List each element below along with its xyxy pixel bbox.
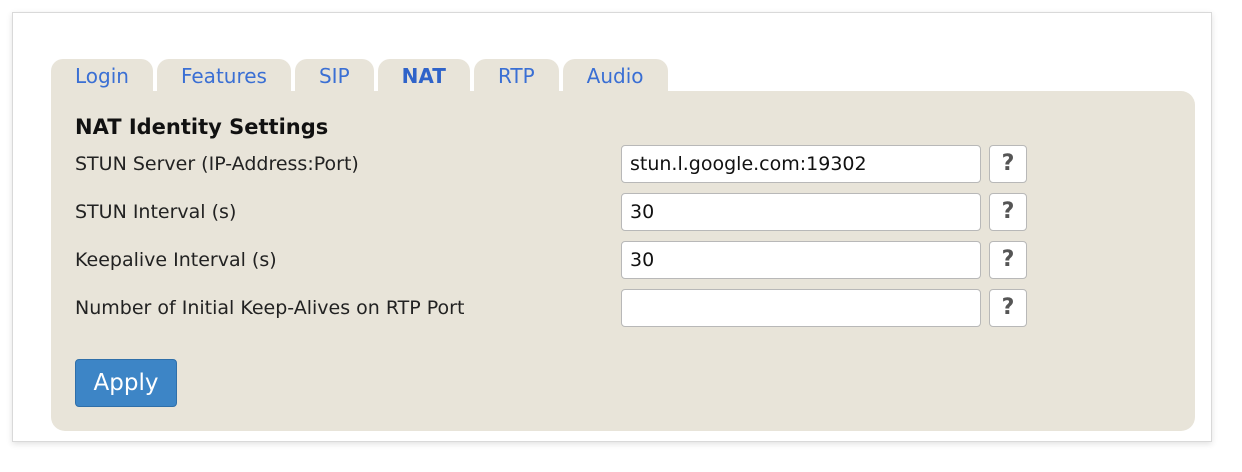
initial-keepalives-label: Number of Initial Keep-Alives on RTP Por… (75, 297, 465, 319)
stun-interval-help-button[interactable]: ? (989, 193, 1027, 231)
stun-interval-row: STUN Interval (s) ? (75, 193, 1035, 233)
tab-sip[interactable]: SIP (294, 59, 374, 93)
keepalive-interval-label: Keepalive Interval (s) (75, 249, 277, 271)
apply-button[interactable]: Apply (75, 359, 177, 407)
tab-rtp[interactable]: RTP (473, 59, 559, 93)
stun-interval-input[interactable] (621, 193, 981, 231)
stun-interval-label: STUN Interval (s) (75, 201, 237, 223)
stun-server-row: STUN Server (IP-Address:Port) ? (75, 145, 1035, 185)
keepalive-interval-input[interactable] (621, 241, 981, 279)
initial-keepalives-input[interactable] (621, 289, 981, 327)
keepalive-interval-row: Keepalive Interval (s) ? (75, 241, 1035, 281)
keepalive-interval-help-button[interactable]: ? (989, 241, 1027, 279)
initial-keepalives-row: Number of Initial Keep-Alives on RTP Por… (75, 289, 1035, 329)
stun-server-input[interactable] (621, 145, 981, 183)
tab-nat[interactable]: NAT (377, 59, 470, 93)
settings-card: Login Features SIP NAT RTP Audio NAT Ide… (12, 12, 1212, 442)
nat-settings-panel: NAT Identity Settings STUN Server (IP-Ad… (51, 91, 1195, 431)
section-title: NAT Identity Settings (75, 115, 329, 139)
initial-keepalives-help-button[interactable]: ? (989, 289, 1027, 327)
tab-login[interactable]: Login (51, 59, 153, 93)
tab-features[interactable]: Features (156, 59, 291, 93)
tab-bar: Login Features SIP NAT RTP Audio (51, 57, 672, 93)
tab-audio[interactable]: Audio (562, 59, 668, 93)
stun-server-label: STUN Server (IP-Address:Port) (75, 153, 359, 175)
stun-server-help-button[interactable]: ? (989, 145, 1027, 183)
